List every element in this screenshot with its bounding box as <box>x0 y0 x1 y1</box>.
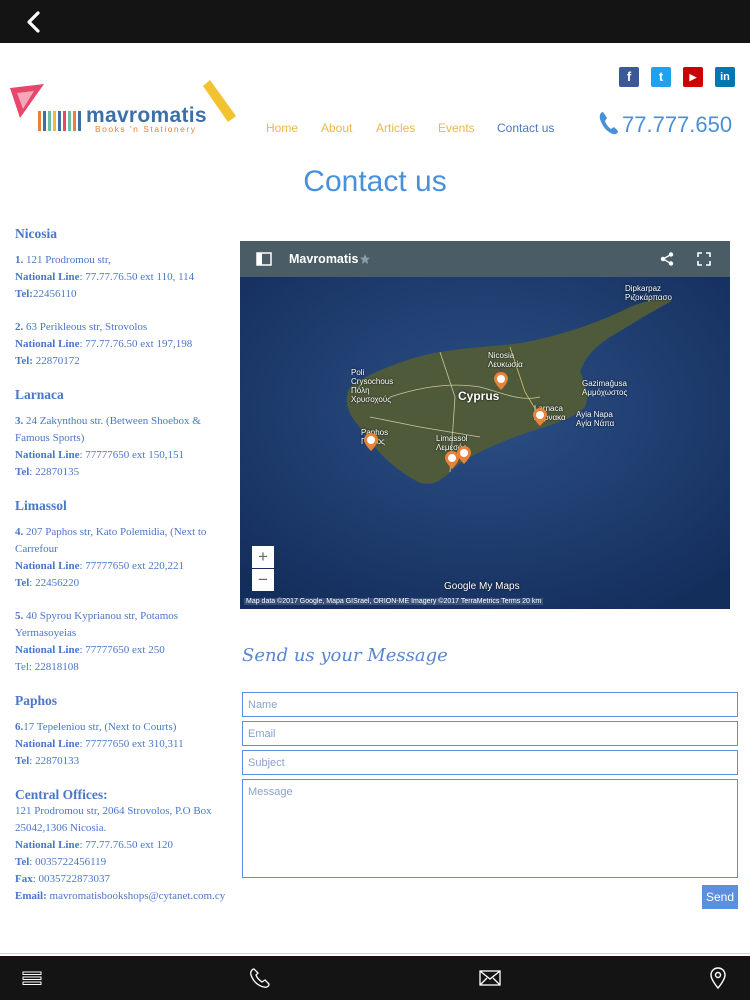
map-title[interactable]: Mavromatis <box>289 252 358 266</box>
phone-number[interactable]: 77.777.650 <box>622 112 732 138</box>
map-label-dipkarpaz: Dipkarpaz Ριζοκάρπασο <box>625 284 672 302</box>
map-label-gazimagusa: Gazimağusa Αμμόχωστος <box>582 379 628 397</box>
nav-about[interactable]: About <box>321 121 352 135</box>
store-addresses: Nicosia 1. 121 Prodromou str, National L… <box>15 225 235 905</box>
map-zoom-out-button[interactable]: − <box>252 569 274 591</box>
email-input[interactable] <box>242 721 738 746</box>
map-label-cyprus: Cyprus <box>458 389 500 403</box>
map-terrain <box>240 277 730 609</box>
city-nicosia: Nicosia <box>15 226 57 241</box>
address-5: 5. 40 Spyrou Kyprianou str, Potamos Yerm… <box>15 610 179 673</box>
linkedin-icon[interactable]: in <box>715 67 735 87</box>
store-map[interactable]: Mavromatis Dipkarpaz Ριζοκάρπασο Nicosia… <box>240 241 730 609</box>
top-bar <box>0 0 750 43</box>
email-link[interactable]: mavromatisbookshops@cytanet.com.cy <box>47 890 226 902</box>
city-larnaca: Larnaca <box>15 387 64 402</box>
sidebar-toggle-icon[interactable] <box>256 252 272 266</box>
menu-icon[interactable] <box>19 965 45 991</box>
address-2: 2. 63 Perikleous str, Strovolos National… <box>15 321 193 367</box>
youtube-icon[interactable]: ▶ <box>683 67 703 87</box>
subject-input[interactable] <box>242 750 738 775</box>
page-title: Contact us <box>303 165 447 198</box>
map-pin-larnaca[interactable] <box>533 408 547 426</box>
address-6: 6.17 Tepeleniou str, (Next to Courts) Na… <box>15 721 184 767</box>
mail-icon[interactable] <box>477 965 503 991</box>
phone-icon[interactable] <box>598 110 620 136</box>
map-label-ayianapa: Ayia Napa Αγία Νάπα <box>576 410 615 428</box>
map-attribution: Map data ©2017 Google, Mapa GISrael, ORI… <box>244 598 544 605</box>
map-pin-nicosia[interactable] <box>494 372 508 390</box>
twitter-icon[interactable]: t <box>651 67 671 87</box>
map-label-nicosia: Nicosia Λευκωσία <box>488 351 523 369</box>
form-title: Send us your Message <box>242 645 448 666</box>
address-4: 4. 207 Paphos str, Kato Polemidia, (Next… <box>15 526 207 589</box>
brand-tagline: Books 'n Stationery <box>95 124 197 134</box>
send-button[interactable]: Send <box>702 885 738 909</box>
message-textarea[interactable] <box>242 779 738 878</box>
location-pin-icon[interactable] <box>705 965 731 991</box>
name-input[interactable] <box>242 692 738 717</box>
call-icon[interactable] <box>247 965 273 991</box>
central-offices: 121 Prodromou str, 2064 Strovolos, P.O B… <box>15 805 226 902</box>
city-paphos: Paphos <box>15 693 58 708</box>
nav-events[interactable]: Events <box>438 121 475 135</box>
city-limassol: Limassol <box>15 498 67 513</box>
map-provider-logo: Google My Maps <box>444 581 520 592</box>
map-pin-paphos[interactable] <box>364 433 378 451</box>
map-pin-limassol-2[interactable] <box>457 446 471 464</box>
map-header: Mavromatis <box>240 241 730 277</box>
nav-home[interactable]: Home <box>266 121 298 135</box>
share-icon[interactable] <box>660 252 674 266</box>
nav-contact-us[interactable]: Contact us <box>497 121 554 135</box>
back-arrow-icon[interactable] <box>22 10 46 34</box>
nav-articles[interactable]: Articles <box>376 121 415 135</box>
central-offices-title: Central Offices: <box>15 787 108 802</box>
map-label-polis: Poli Crysochous Πόλη Χρυσοχούς <box>351 368 394 404</box>
address-3: 3. 24 Zakynthou str. (Between Shoebox & … <box>15 415 201 478</box>
fullscreen-icon[interactable] <box>697 252 711 266</box>
star-icon[interactable] <box>360 254 370 264</box>
bottom-bar <box>0 956 750 1000</box>
address-1: 1. 121 Prodromou str, National Line: 77.… <box>15 254 195 300</box>
map-zoom-in-button[interactable]: + <box>252 546 274 568</box>
footer-divider <box>0 953 750 954</box>
facebook-icon[interactable]: f <box>619 67 639 87</box>
